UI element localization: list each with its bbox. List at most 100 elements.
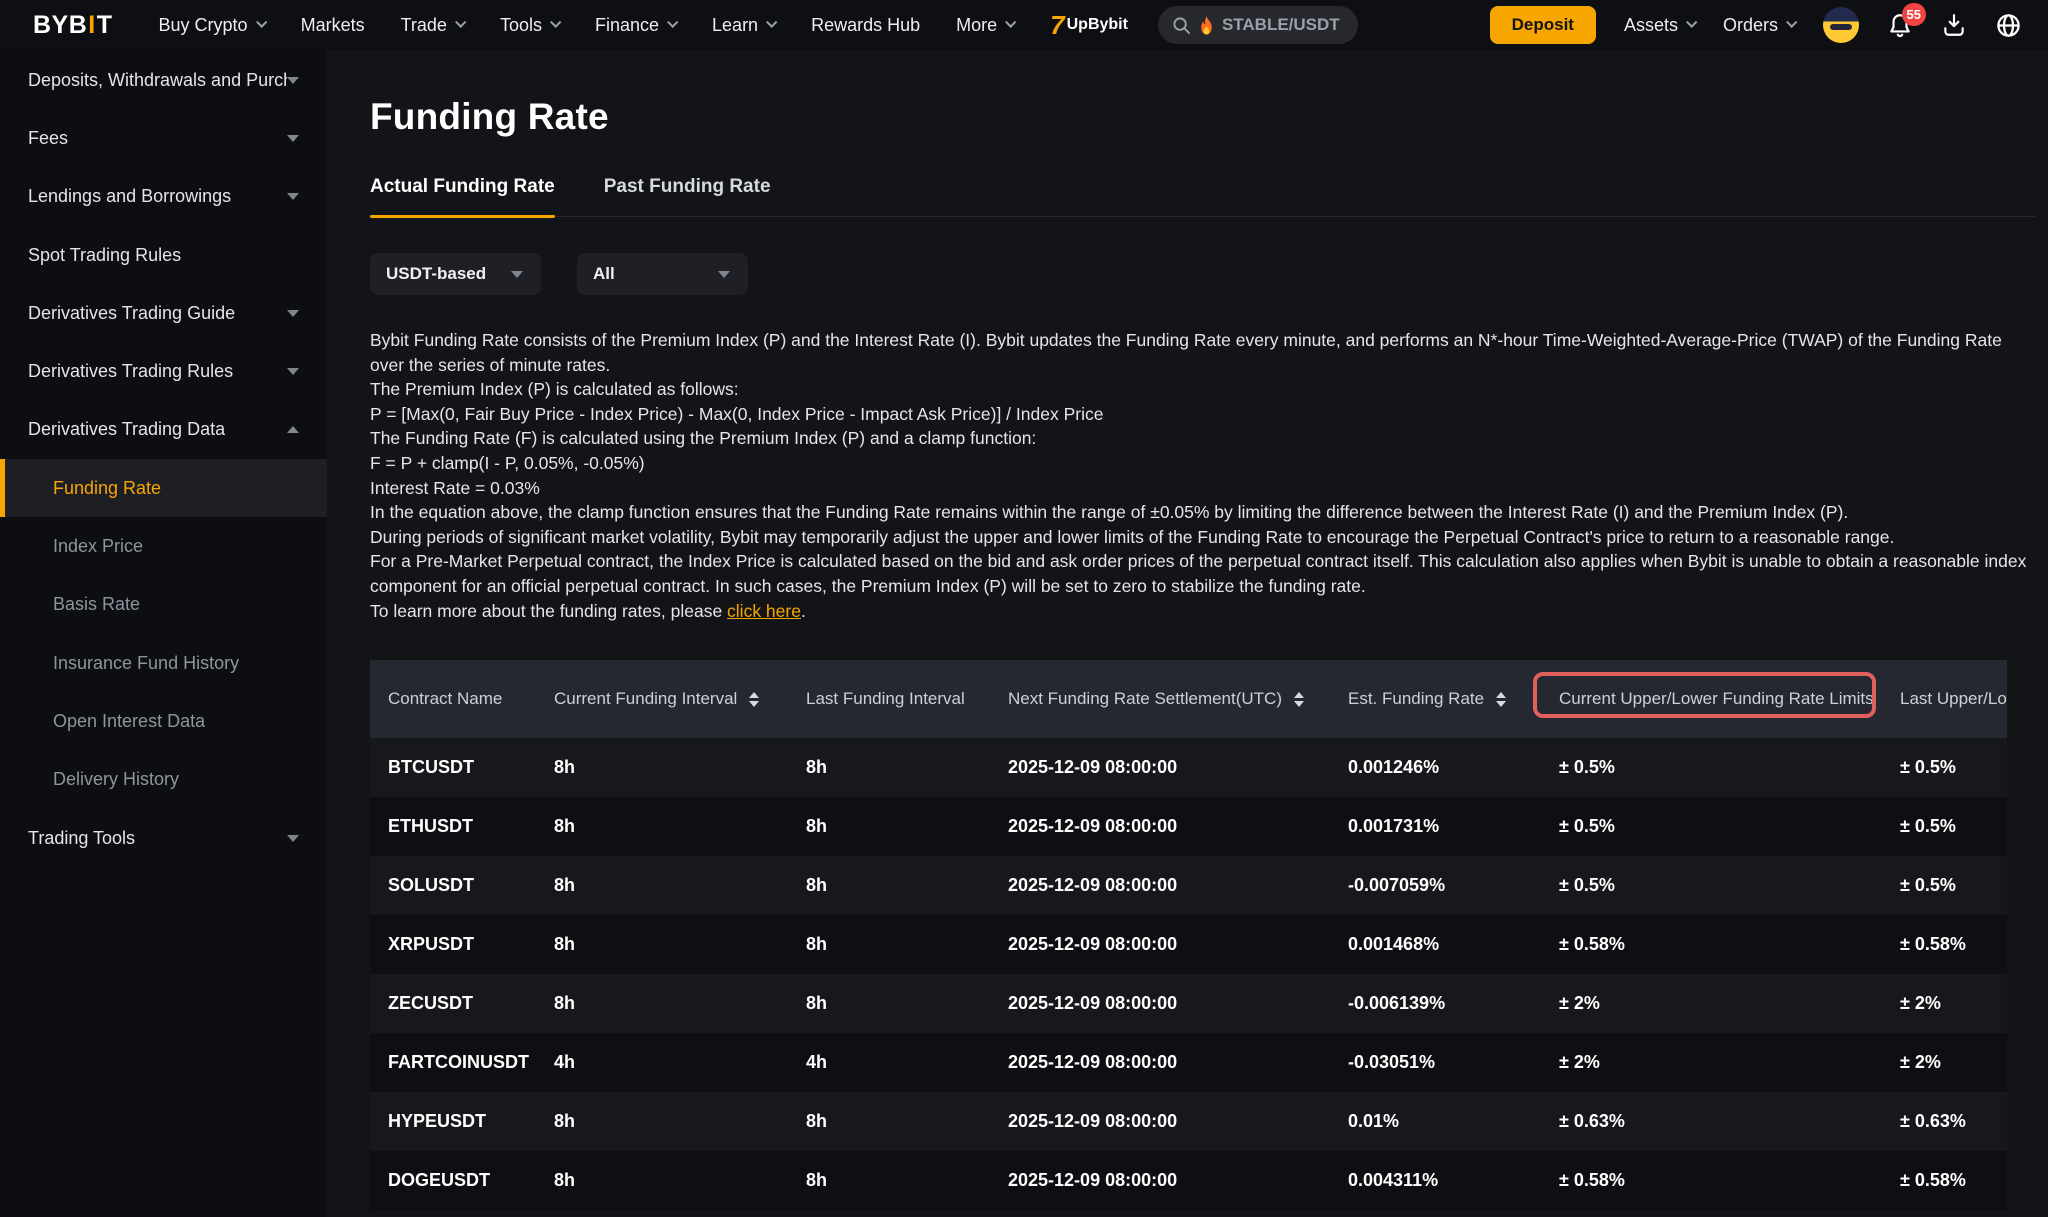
tab-bar: Actual Funding Rate Past Funding Rate xyxy=(370,176,2035,217)
nav-item-more[interactable]: More xyxy=(956,15,1014,36)
language-button[interactable] xyxy=(1995,12,2022,39)
caret-down-icon xyxy=(287,77,299,84)
caret-down-icon xyxy=(287,835,299,842)
sidebar-item-label: Deposits, Withdrawals and Purcha... xyxy=(28,70,287,91)
table-row-btcusdt: BTCUSDT 8h 8h 2025-12-09 08:00:00 0.0012… xyxy=(370,738,2007,797)
cell-contract: DOGEUSDT xyxy=(370,1170,554,1191)
nav-item-label: Finance xyxy=(595,15,659,36)
cell-est-rate: 0.001731% xyxy=(1348,816,1559,837)
sidebar-item-fees[interactable]: Fees xyxy=(0,109,327,167)
search-input[interactable]: STABLE/USDT xyxy=(1158,6,1358,44)
cell-last-interval: 8h xyxy=(806,1170,1008,1191)
nav-item-trade[interactable]: Trade xyxy=(401,15,464,36)
chevron-down-icon xyxy=(1686,16,1697,27)
cell-last-limits: ± 0.5% xyxy=(1900,875,2007,896)
cell-current-interval: 8h xyxy=(554,934,806,955)
sidebar-item-basis-rate[interactable]: Basis Rate xyxy=(0,576,327,634)
sidebar-item-index-price[interactable]: Index Price xyxy=(0,517,327,575)
sidebar-item-delivery-history[interactable]: Delivery History xyxy=(0,751,327,809)
cell-current-interval: 8h xyxy=(554,757,806,778)
description-line: The Premium Index (P) is calculated as f… xyxy=(370,377,2040,402)
description-line: F = P + clamp(I - P, 0.05%, -0.05%) xyxy=(370,451,2040,476)
deposit-button[interactable]: Deposit xyxy=(1490,6,1596,44)
nav-item-rewards-hub[interactable]: Rewards Hub xyxy=(811,15,920,36)
cell-last-limits: ± 0.5% xyxy=(1900,757,2007,778)
cell-last-interval: 8h xyxy=(806,816,1008,837)
page-title: Funding Rate xyxy=(370,96,609,138)
sidebar-item-derivatives-trading-data[interactable]: Derivatives Trading Data xyxy=(0,401,327,459)
caret-down-icon xyxy=(287,368,299,375)
sidebar-item-funding-rate[interactable]: Funding Rate xyxy=(0,459,327,517)
sidebar-item-derivatives-trading-rules[interactable]: Derivatives Trading Rules xyxy=(0,342,327,400)
chevron-down-icon xyxy=(766,16,777,27)
sidebar-item-deposits-withdrawals[interactable]: Deposits, Withdrawals and Purcha... xyxy=(0,51,327,109)
funding-rate-description: Bybit Funding Rate consists of the Premi… xyxy=(370,328,2040,623)
cell-next-settlement: 2025-12-09 08:00:00 xyxy=(1008,1052,1348,1073)
cell-current-interval: 8h xyxy=(554,1111,806,1132)
sidebar-item-label: Fees xyxy=(28,128,68,149)
cell-est-rate: 0.004311% xyxy=(1348,1170,1559,1191)
sidebar-item-label: Funding Rate xyxy=(53,478,161,499)
sidebar-item-open-interest-data[interactable]: Open Interest Data xyxy=(0,692,327,750)
download-icon xyxy=(1941,12,1967,38)
click-here-link[interactable]: click here xyxy=(727,601,801,621)
sort-icon[interactable] xyxy=(749,692,759,707)
contract-filter-dropdown[interactable]: All xyxy=(577,253,748,295)
table-row-hypeusdt: HYPEUSDT 8h 8h 2025-12-09 08:00:00 0.01%… xyxy=(370,1092,2007,1151)
nav-item-finance[interactable]: Finance xyxy=(595,15,676,36)
nav-menu: Buy Crypto Markets Trade Tools Finance L… xyxy=(159,15,1015,36)
bybit-logo[interactable]: BYBIT xyxy=(33,11,113,40)
column-header-current-upper-lower-limits: Current Upper/Lower Funding Rate Limits xyxy=(1559,689,1900,709)
column-header-last-funding-interval: Last Funding Interval xyxy=(806,689,1008,709)
tab-past-funding-rate[interactable]: Past Funding Rate xyxy=(604,176,771,216)
cell-last-limits: ± 2% xyxy=(1900,993,2007,1014)
cell-next-settlement: 2025-12-09 08:00:00 xyxy=(1008,757,1348,778)
cell-current-limits: ± 0.58% xyxy=(1559,1170,1900,1191)
sidebar-item-label: Derivatives Trading Data xyxy=(28,419,225,440)
cell-last-interval: 8h xyxy=(806,1111,1008,1132)
download-app-button[interactable] xyxy=(1941,12,1967,38)
cell-est-rate: -0.03051% xyxy=(1348,1052,1559,1073)
sidebar-item-spot-trading-rules[interactable]: Spot Trading Rules xyxy=(0,226,327,284)
avatar[interactable] xyxy=(1823,7,1859,43)
upbybit-link[interactable]: 7 UpBybit xyxy=(1050,10,1128,41)
nav-item-buy-crypto[interactable]: Buy Crypto xyxy=(159,15,265,36)
link-suffix: . xyxy=(801,601,806,621)
sidebar-item-lendings-borrowings[interactable]: Lendings and Borrowings xyxy=(0,168,327,226)
tab-actual-funding-rate[interactable]: Actual Funding Rate xyxy=(370,176,555,216)
orders-menu[interactable]: Orders xyxy=(1723,15,1795,36)
sidebar-item-label: Lendings and Borrowings xyxy=(28,186,231,207)
assets-menu[interactable]: Assets xyxy=(1624,15,1695,36)
orders-label: Orders xyxy=(1723,15,1778,36)
settlement-currency-dropdown[interactable]: USDT-based xyxy=(370,253,541,295)
nav-item-label: Trade xyxy=(401,15,447,36)
sidebar-item-trading-tools[interactable]: Trading Tools xyxy=(0,809,327,867)
nav-item-tools[interactable]: Tools xyxy=(500,15,559,36)
nav-item-learn[interactable]: Learn xyxy=(712,15,775,36)
sort-icon[interactable] xyxy=(1496,692,1506,707)
description-line: During periods of significant market vol… xyxy=(370,525,2040,550)
cell-next-settlement: 2025-12-09 08:00:00 xyxy=(1008,1111,1348,1132)
sidebar-item-insurance-fund-history[interactable]: Insurance Fund History xyxy=(0,634,327,692)
nav-right: Deposit Assets Orders 55 xyxy=(1490,6,2022,44)
cell-est-rate: 0.001468% xyxy=(1348,934,1559,955)
table-row-fartcoinusdt: FARTCOINUSDT 4h 4h 2025-12-09 08:00:00 -… xyxy=(370,1033,2007,1092)
chevron-down-icon xyxy=(667,16,678,27)
cell-next-settlement: 2025-12-09 08:00:00 xyxy=(1008,993,1348,1014)
description-line: The Funding Rate (F) is calculated using… xyxy=(370,426,2040,451)
notifications-button[interactable]: 55 xyxy=(1887,12,1913,39)
description-line: Bybit Funding Rate consists of the Premi… xyxy=(370,328,2040,377)
sidebar-item-derivatives-trading-guide[interactable]: Derivatives Trading Guide xyxy=(0,284,327,342)
nav-item-markets[interactable]: Markets xyxy=(301,15,365,36)
cell-last-limits: ± 0.58% xyxy=(1900,1170,2007,1191)
cell-current-interval: 4h xyxy=(554,1052,806,1073)
sort-icon[interactable] xyxy=(1294,692,1304,707)
cell-contract: SOLUSDT xyxy=(370,875,554,896)
cell-est-rate: -0.007059% xyxy=(1348,875,1559,896)
cell-last-limits: ± 0.58% xyxy=(1900,934,2007,955)
column-label: Next Funding Rate Settlement(UTC) xyxy=(1008,689,1282,709)
search-icon xyxy=(1172,16,1191,35)
caret-up-icon xyxy=(287,426,299,433)
table-header-row: Contract Name Current Funding Interval L… xyxy=(370,660,2007,738)
caret-down-icon xyxy=(511,271,523,278)
